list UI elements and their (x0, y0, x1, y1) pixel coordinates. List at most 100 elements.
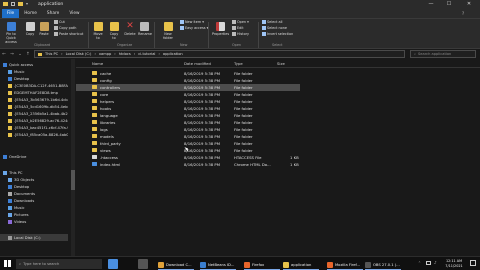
breadcrumb-application[interactable]: application (163, 52, 183, 56)
select-none-button[interactable]: Select none (262, 26, 287, 30)
network-icon[interactable] (426, 261, 431, 265)
address-bar[interactable]: This PC › Local Disk (C:) › xampp › htdocs ›… (34, 50, 405, 58)
file-row[interactable]: libraries 8/16/2019 5:38 PM File folder (76, 119, 300, 126)
sidebar-item[interactable]: Desktop (0, 183, 68, 190)
quick-access-toolbar-chevron-icon[interactable]: ▾ (26, 1, 28, 6)
sidebar-item[interactable]: {E54A3_b2E56829-ac76-424c-1 (0, 117, 68, 124)
copy-path-button[interactable]: Copy path (54, 26, 76, 30)
volume-icon[interactable]: ♪ (434, 260, 437, 265)
sidebar-item[interactable]: Desktop (0, 75, 68, 82)
sidebar-item[interactable]: {C3E0B3DA-C12F-4651-B8FA-2 (0, 82, 68, 89)
file-row[interactable]: config 8/16/2019 5:38 PM File folder (76, 77, 300, 84)
invert-selection-button[interactable]: Invert selection (262, 32, 293, 36)
file-row[interactable]: controllers 8/16/2019 5:38 PM File folder (76, 84, 300, 91)
taskbar-app[interactable]: OBS 27.0.1 (... (365, 260, 400, 269)
task-view-icon[interactable] (108, 259, 118, 269)
sidebar-item[interactable]: OneDrive (0, 153, 68, 160)
sidebar-item[interactable]: {E54A3_5cd1609b-db54-4ebc- (0, 103, 68, 110)
delete-button[interactable]: ✕ Delete (124, 22, 136, 37)
doc-icon (8, 191, 12, 196)
sidebar-item[interactable]: Music (0, 68, 68, 75)
edit-button[interactable]: Edit (232, 26, 244, 30)
move-to-button[interactable]: Move to (92, 22, 104, 40)
sidebar-item[interactable]: Local Disk (C:) (0, 234, 68, 241)
file-row[interactable]: logs 8/16/2019 5:38 PM File folder (76, 126, 300, 133)
notifications-icon[interactable] (470, 260, 476, 266)
tab-file[interactable]: File (2, 9, 20, 18)
select-all-button[interactable]: Select all (262, 20, 283, 24)
navigation-scrollbar[interactable] (71, 59, 75, 260)
back-button[interactable]: ← (0, 52, 8, 57)
sidebar-item[interactable]: {E54A3_3b563679-1b6d-4cb4-E (0, 96, 68, 103)
taskbar-app[interactable]: Download C... (158, 260, 192, 269)
scrollbar-thumb[interactable] (71, 170, 75, 190)
breadcrumb-xampp[interactable]: xampp (99, 52, 111, 56)
taskbar-app[interactable]: Firefox (244, 260, 264, 269)
copy-button[interactable]: Copy (24, 22, 36, 36)
new-item-button[interactable]: New item ▾ (180, 20, 204, 24)
taskbar-app[interactable]: application (283, 260, 311, 269)
copy-to-button[interactable]: Copy to (108, 22, 120, 40)
history-button[interactable]: History (232, 32, 249, 36)
taskbar-app[interactable]: NetBeans ID... (200, 260, 234, 269)
taskbar-app[interactable]: Mozilla Firef... (327, 260, 360, 269)
search-box[interactable]: ⌕ Search application (410, 50, 476, 58)
breadcrumb-this-pc[interactable]: This PC (45, 52, 58, 56)
taskbar-search-box[interactable]: ⌕ Type here to search (16, 259, 102, 269)
clock[interactable]: 12:11 AM 7/11/2021 (442, 259, 466, 268)
minimize-button[interactable]: — (424, 0, 438, 9)
column-header-type[interactable]: Type (234, 61, 243, 66)
sidebar-item[interactable]: Downloads (0, 197, 68, 204)
sidebar-item[interactable]: {E54A3_f85ca05a-8826-4ab0-8 (0, 131, 68, 138)
open-button[interactable]: Open ▾ (232, 20, 249, 24)
sidebar-item[interactable]: EDGEMTHAF2E8D8.tmp (0, 89, 68, 96)
pin-quick-access-button[interactable]: Pin to Quick access (2, 22, 20, 44)
windows-start-icon[interactable] (4, 260, 11, 267)
column-header-date[interactable]: Date modified (184, 61, 211, 66)
move-to-icon (93, 22, 103, 31)
recent-locations-button[interactable]: ⌄ (16, 52, 24, 57)
breadcrumb-htdocs[interactable]: htdocs (119, 52, 131, 56)
save-icon[interactable] (11, 2, 15, 6)
easy-access-button[interactable]: Easy access ▾ (180, 26, 208, 30)
close-button[interactable]: ✕ (462, 0, 476, 9)
file-row[interactable]: language 8/16/2019 5:38 PM File folder (76, 112, 300, 119)
up-button[interactable]: ↑ (24, 52, 32, 57)
sidebar-item[interactable]: Documents (0, 190, 68, 197)
help-icon[interactable]: ? (462, 11, 464, 16)
file-row[interactable]: models 8/16/2019 5:38 PM File folder (76, 133, 300, 140)
column-header-name[interactable]: Name (92, 61, 103, 66)
sidebar-item[interactable]: {E54A3_2356b5a1-4bab-4b21-E (0, 110, 68, 117)
file-row[interactable]: third_party 8/16/2019 5:38 PM File folder (76, 140, 300, 147)
sidebar-item[interactable]: {E54A3_bac451f1-c6cf-47fa-9 (0, 124, 68, 131)
file-row[interactable]: cache 8/16/2019 5:38 PM File folder (76, 70, 300, 77)
file-row[interactable]: index.html 8/16/2019 5:38 PM Chrome HTML D… (76, 161, 300, 168)
cut-button[interactable]: Cut (54, 20, 65, 24)
breadcrumb-local-disk[interactable]: Local Disk (C:) (66, 52, 92, 56)
sidebar-item[interactable]: Videos (0, 218, 68, 225)
tab-share[interactable]: Share (42, 9, 64, 18)
breadcrumb-ci-tutorial[interactable]: ci-tutorial (138, 52, 155, 56)
tab-view[interactable]: View (64, 9, 84, 18)
file-row[interactable]: .htaccess 8/16/2019 5:38 PM HTACCESS File 1… (76, 154, 300, 161)
maximize-button[interactable]: ☐ (442, 0, 456, 9)
rename-button[interactable]: Rename (138, 22, 152, 36)
properties-button[interactable]: Properties (212, 22, 229, 36)
paste-shortcut-button[interactable]: Paste shortcut (54, 32, 83, 36)
sidebar-item[interactable]: Pictures (0, 211, 68, 218)
file-row[interactable]: core 8/16/2019 5:38 PM File folder (76, 91, 300, 98)
column-header-size[interactable]: Size (277, 61, 285, 66)
new-folder-button[interactable]: New folder (160, 22, 176, 40)
sidebar-item[interactable]: 3D Objects (0, 176, 68, 183)
tab-home[interactable]: Home (19, 9, 42, 18)
sidebar-item[interactable]: Quick access (0, 61, 68, 68)
tray-chevron-icon[interactable]: ⌃ (418, 261, 421, 265)
sidebar-item[interactable]: Music (0, 204, 68, 211)
forward-button[interactable]: → (8, 52, 16, 57)
paste-button[interactable]: Paste (38, 22, 50, 36)
file-row[interactable]: hooks 8/16/2019 5:38 PM File folder (76, 105, 300, 112)
new-folder-icon[interactable] (18, 2, 23, 6)
sidebar-item[interactable]: This PC (0, 169, 68, 176)
file-explorer-pinned-icon[interactable] (138, 259, 148, 269)
file-row[interactable]: helpers 8/16/2019 5:38 PM File folder (76, 98, 300, 105)
